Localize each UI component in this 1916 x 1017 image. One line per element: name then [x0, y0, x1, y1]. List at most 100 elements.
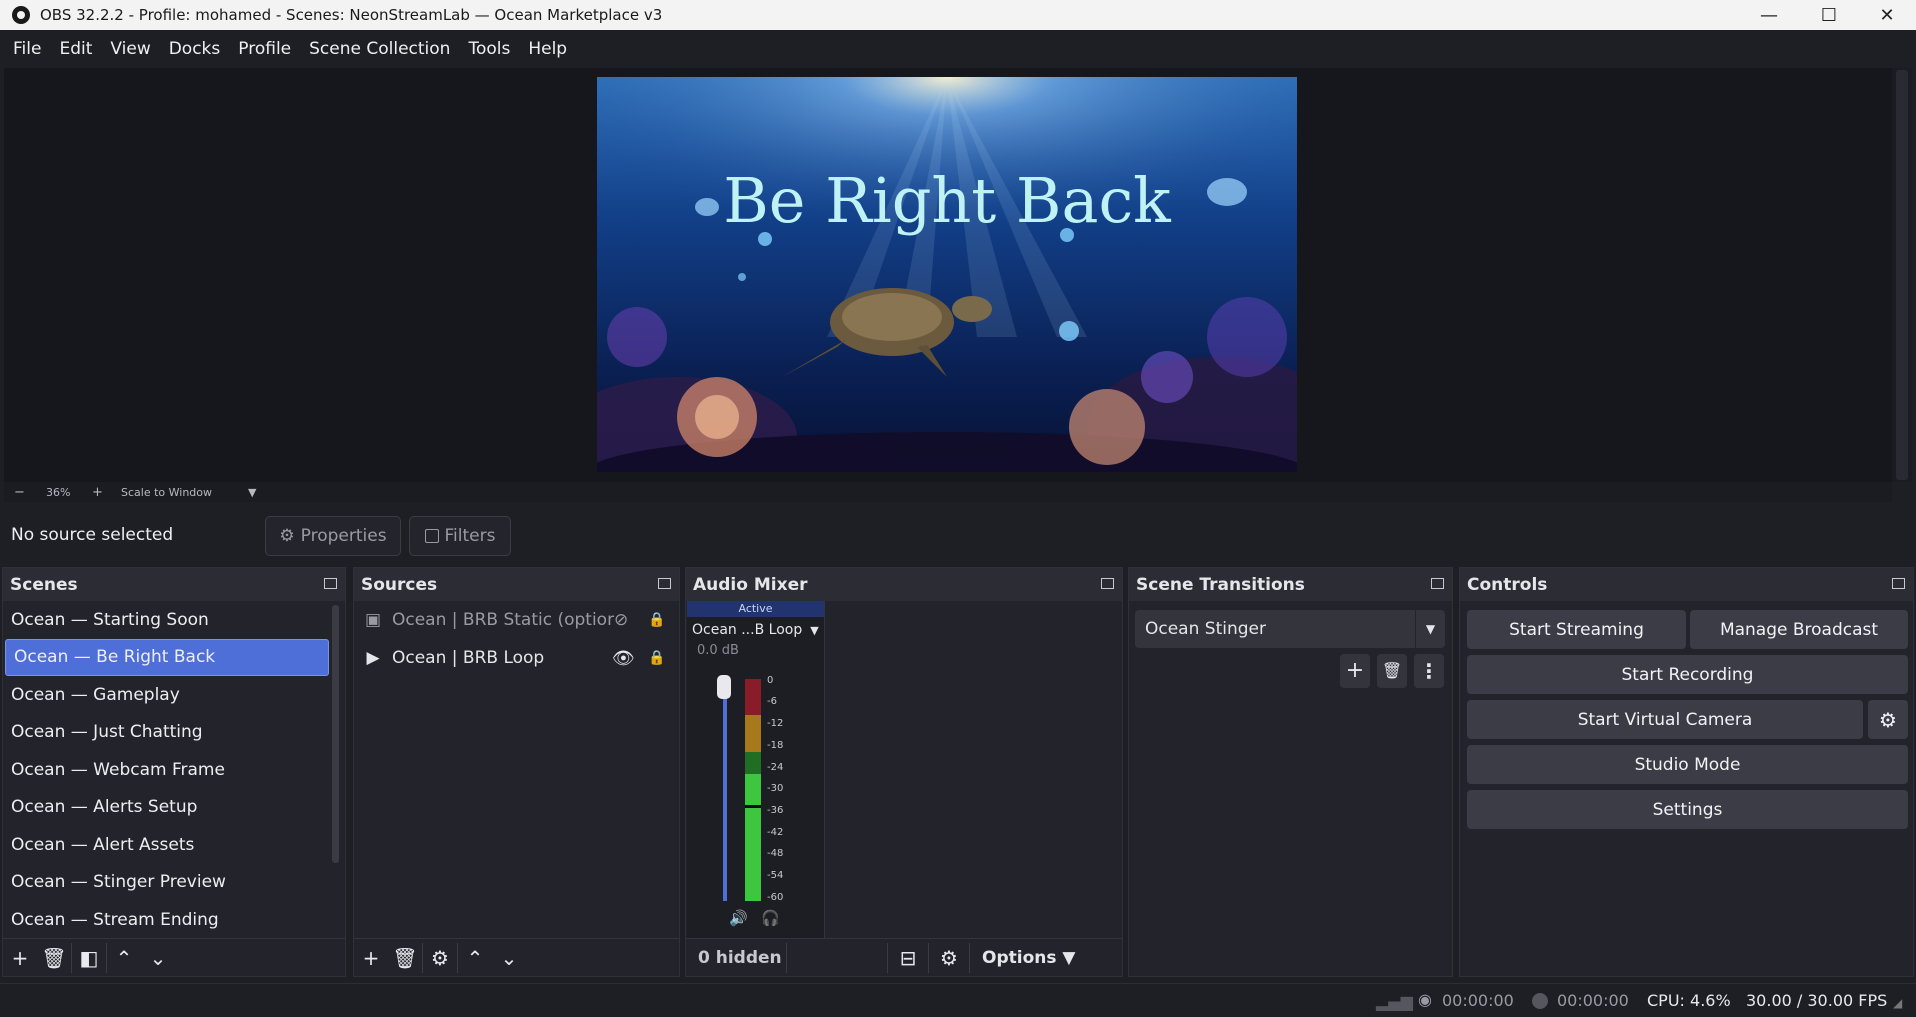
menu-profile[interactable]: Profile — [229, 39, 300, 59]
trash-icon[interactable]: 🗑 — [388, 939, 422, 977]
scene-item[interactable]: Ocean — Alerts Setup — [3, 789, 331, 827]
controls-title: Controls — [1467, 574, 1548, 595]
options-label: Options — [982, 947, 1057, 968]
scene-item[interactable]: Ocean — Stinger Preview — [3, 864, 331, 902]
record-time: 00:00:00 — [1557, 991, 1629, 1010]
resize-grip-icon[interactable]: ◢ — [1893, 996, 1902, 1010]
undock-icon[interactable] — [658, 578, 671, 589]
monitor-off-icon[interactable]: 🎧 — [761, 909, 780, 927]
scenes-header: Scenes — [3, 568, 345, 601]
trash-icon[interactable]: 🗑 — [1377, 654, 1407, 688]
scene-item-selected[interactable]: Ocean — Be Right Back — [5, 638, 329, 676]
source-name: Ocean | BRB Static (optional — [392, 610, 614, 630]
add-transition-icon[interactable]: + — [1340, 654, 1370, 688]
channel-name-select[interactable]: Ocean ...B Loop ▼ — [687, 617, 824, 643]
signal-bars-icon: ▂▄▆ — [1376, 992, 1413, 1011]
manage-broadcast-button[interactable]: Manage Broadcast — [1690, 610, 1908, 649]
menu-file[interactable]: File — [4, 39, 50, 59]
scene-list-scrollbar[interactable] — [332, 605, 339, 863]
start-recording-button[interactable]: Start Recording — [1467, 655, 1908, 694]
scene-item[interactable]: Ocean — Starting Soon — [3, 601, 331, 639]
start-streaming-button[interactable]: Start Streaming — [1467, 610, 1686, 649]
scene-item[interactable]: Ocean — Gameplay — [3, 676, 331, 714]
zoom-out-button[interactable]: − — [14, 485, 25, 500]
transition-name: Ocean Stinger — [1145, 619, 1266, 639]
meter-tick: -48 — [767, 848, 784, 859]
speaker-icon[interactable]: 🔊 — [729, 909, 748, 927]
settings-button[interactable]: Settings — [1467, 790, 1908, 829]
zoom-level: 36% — [46, 485, 71, 499]
active-badge: Active — [687, 601, 824, 617]
volume-fader-handle[interactable] — [717, 675, 731, 699]
close-button[interactable]: ✕ — [1858, 0, 1916, 30]
gear-icon[interactable]: ⚙ — [423, 939, 457, 977]
preview-zoom-bar: − 36% + Scale to Window ▼ — [4, 482, 1892, 502]
scale-mode-select[interactable]: Scale to Window — [121, 486, 212, 499]
maximize-button[interactable]: ☐ — [1800, 0, 1858, 30]
obs-logo-icon — [12, 6, 30, 24]
minimize-button[interactable]: — — [1740, 0, 1798, 30]
trash-icon[interactable]: 🗑 — [37, 939, 71, 977]
chevron-down-icon[interactable]: ▼ — [248, 486, 256, 499]
undock-icon[interactable] — [1431, 578, 1444, 589]
source-item[interactable]: ▶ Ocean | BRB Loop 👁 🔒 — [354, 639, 679, 677]
studio-mode-button[interactable]: Studio Mode — [1467, 745, 1908, 784]
controls-header: Controls — [1460, 568, 1913, 601]
scene-item[interactable]: Ocean — Webcam Frame — [3, 751, 331, 789]
scene-item[interactable]: Ocean — Just Chatting — [3, 714, 331, 752]
sources-title: Sources — [361, 574, 438, 595]
move-down-icon[interactable]: ⌄ — [141, 939, 175, 977]
meter-tick: -42 — [767, 827, 784, 838]
options-menu-button[interactable]: Options ▼ — [970, 948, 1075, 968]
menu-docks[interactable]: Docks — [160, 39, 230, 59]
scene-filters-icon[interactable]: ◧ — [72, 939, 106, 977]
menu-view[interactable]: View — [101, 39, 159, 59]
move-up-icon[interactable]: ⌃ — [458, 939, 492, 977]
scenes-footer: + 🗑 ◧ ⌃ ⌄ — [3, 938, 345, 976]
volume-fader-track[interactable] — [723, 677, 727, 901]
advanced-audio-icon[interactable]: ⚙ — [929, 939, 969, 977]
scenes-title: Scenes — [10, 574, 78, 595]
more-options-icon[interactable]: ⋮ — [1414, 654, 1444, 688]
chevron-down-icon[interactable]: ▼ — [1415, 610, 1445, 648]
add-source-icon[interactable]: + — [354, 939, 388, 977]
media-source-icon: ▶ — [366, 648, 380, 668]
volume-db: 0.0 dB — [697, 643, 739, 658]
fps-readout: 30.00 / 30.00 FPS — [1746, 991, 1888, 1010]
move-down-icon[interactable]: ⌄ — [492, 939, 526, 977]
scene-item[interactable]: Ocean — Alert Assets — [3, 826, 331, 864]
transitions-header: Scene Transitions — [1129, 568, 1452, 601]
properties-button[interactable]: ⚙ Properties — [265, 516, 401, 556]
status-bar: ▂▄▆ ◉ 00:00:00 00:00:00 CPU: 4.6% 30.00 … — [0, 983, 1916, 1017]
start-virtual-camera-button[interactable]: Start Virtual Camera — [1467, 700, 1863, 739]
virtual-camera-gear-icon[interactable]: ⚙ — [1868, 700, 1908, 739]
eye-icon[interactable]: 👁 — [612, 648, 635, 669]
source-item[interactable]: ▣ Ocean | BRB Static (optional ⊘ 🔒 — [354, 601, 679, 639]
preview-canvas[interactable]: Be Right Back — [597, 77, 1297, 472]
stream-status-icon: ◉ — [1418, 990, 1432, 1009]
transition-select[interactable]: Ocean Stinger ▼ — [1135, 610, 1445, 648]
brb-scene-image: Be Right Back — [597, 77, 1297, 472]
filters-button[interactable]: Filters — [409, 516, 511, 556]
scene-item[interactable]: Ocean — Stream Ending — [3, 901, 331, 938]
menu-edit[interactable]: Edit — [50, 39, 101, 59]
undock-icon[interactable] — [1101, 578, 1114, 589]
visibility-hidden-icon[interactable]: ⊘ — [614, 610, 628, 630]
undock-icon[interactable] — [324, 578, 337, 589]
image-source-icon: ▣ — [364, 610, 382, 630]
undock-icon[interactable] — [1892, 578, 1905, 589]
lock-icon[interactable]: 🔒 — [648, 612, 665, 628]
menu-tools[interactable]: Tools — [459, 39, 519, 59]
lock-icon[interactable]: 🔒 — [648, 650, 665, 666]
add-scene-icon[interactable]: + — [3, 939, 37, 977]
move-up-icon[interactable]: ⌃ — [107, 939, 141, 977]
zoom-in-button[interactable]: + — [92, 485, 103, 500]
sources-header: Sources — [354, 568, 679, 601]
obs-window: OBS 32.2.2 - Profile: mohamed - Scenes: … — [0, 0, 1916, 1017]
layout-toggle-icon[interactable]: ⊟ — [888, 939, 928, 977]
meter-tick: -6 — [767, 696, 777, 707]
menu-scene-collection[interactable]: Scene Collection — [300, 39, 459, 59]
audio-mixer-title: Audio Mixer — [693, 574, 808, 595]
preview-scrollbar[interactable] — [1892, 68, 1912, 482]
menu-help[interactable]: Help — [519, 39, 576, 59]
